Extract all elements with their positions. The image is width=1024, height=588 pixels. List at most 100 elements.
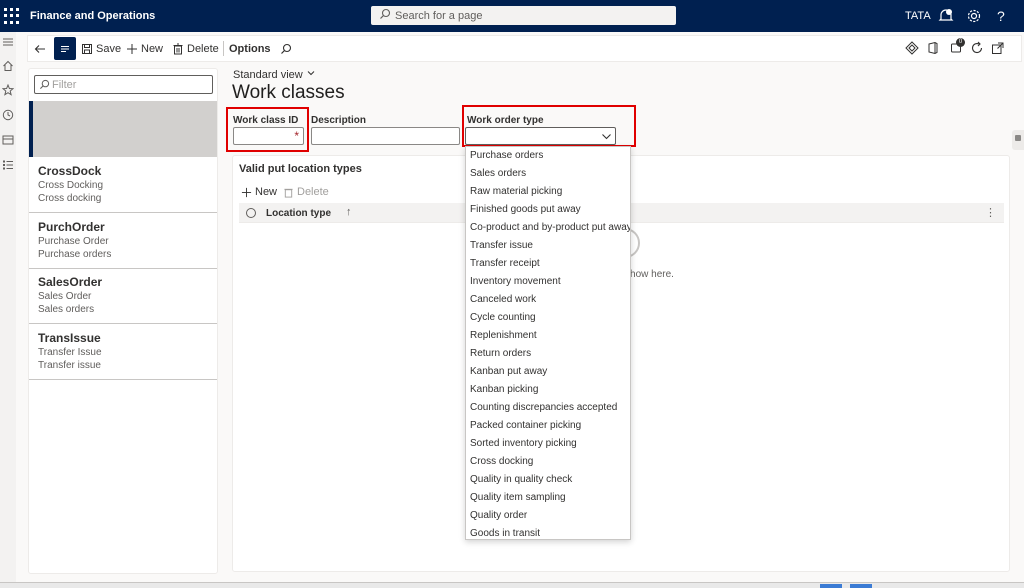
list-item-detail: Purchase orders	[38, 249, 112, 260]
dropdown-option[interactable]: Co-product and by-product put away	[470, 222, 630, 233]
list-toggle-button[interactable]	[54, 37, 76, 60]
list-item-subtitle: Sales Order	[38, 291, 92, 302]
dropdown-option[interactable]: Quality item sampling	[470, 492, 566, 503]
dropdown-option[interactable]: Inventory movement	[470, 276, 561, 287]
hamburger-icon[interactable]	[2, 36, 14, 48]
column-header-location-type[interactable]: Location type	[266, 208, 331, 219]
list-item[interactable]: PurchOrder Purchase Order Purchase order…	[29, 214, 217, 269]
dropdown-option[interactable]: Cross docking	[470, 456, 533, 467]
dropdown-option[interactable]: Raw material picking	[470, 186, 562, 197]
related-info-tab[interactable]	[1012, 130, 1024, 150]
dropdown-option[interactable]: Return orders	[470, 348, 531, 359]
delete-button[interactable]: Delete	[172, 36, 219, 61]
list-item-title: CrossDock	[38, 164, 102, 178]
trash-icon	[173, 43, 183, 54]
back-button[interactable]	[34, 36, 49, 61]
list-icon	[61, 45, 69, 52]
section-title: Valid put location types	[239, 163, 362, 175]
company-picker[interactable]: TATA	[905, 10, 931, 22]
list-item-detail: Cross docking	[38, 193, 102, 204]
new-button[interactable]: New	[126, 36, 163, 61]
navigation-rail	[0, 32, 16, 588]
options-button[interactable]: Options	[229, 36, 271, 61]
dropdown-option[interactable]: Goods in transit	[470, 528, 540, 539]
more-options-icon[interactable]: ⋮	[985, 206, 996, 219]
clock-icon[interactable]	[2, 109, 14, 121]
back-arrow-icon	[34, 44, 45, 53]
grid-delete-label: Delete	[297, 186, 329, 198]
dropdown-option[interactable]: Sales orders	[470, 168, 526, 179]
search-icon	[281, 43, 292, 54]
pane-icon	[1015, 135, 1021, 141]
list-item[interactable]: TransIssue Transfer Issue Transfer issue	[29, 325, 217, 380]
list-item-subtitle: Cross Docking	[38, 180, 104, 191]
workspace-icon[interactable]	[2, 134, 14, 146]
dropdown-option[interactable]: Transfer issue	[470, 240, 533, 251]
list-item-detail: Sales orders	[38, 304, 95, 315]
app-title[interactable]: Finance and Operations	[30, 10, 155, 22]
dropdown-option[interactable]: Canceled work	[470, 294, 536, 305]
action-search-button[interactable]	[280, 36, 295, 61]
work-order-type-dropdown: Purchase orders Sales orders Raw materia…	[465, 146, 631, 540]
dropdown-option[interactable]: Replenishment	[470, 330, 537, 341]
grid-new-button[interactable]: New	[241, 186, 277, 198]
dropdown-option[interactable]: Quality order	[470, 510, 527, 521]
action-pane: Save New Delete Options 0	[27, 35, 1022, 62]
dropdown-option[interactable]: Sorted inventory picking	[470, 438, 577, 449]
power-apps-icon[interactable]	[905, 41, 919, 55]
highlight-box-work-class-id	[226, 107, 309, 152]
app-launcher-icon[interactable]	[4, 8, 20, 24]
search-placeholder: Search for a page	[395, 10, 483, 22]
home-icon[interactable]	[2, 60, 14, 72]
delete-label: Delete	[187, 42, 219, 55]
save-button[interactable]: Save	[81, 36, 121, 61]
filter-placeholder: Filter	[52, 79, 77, 91]
messages-icon[interactable]: 0	[950, 38, 965, 55]
view-selector[interactable]: Standard view	[233, 68, 316, 81]
dropdown-option[interactable]: Quality in quality check	[470, 474, 572, 485]
highlight-box-work-order-type	[462, 105, 636, 147]
global-search-input[interactable]: Search for a page	[371, 6, 676, 25]
grid-delete-button[interactable]: Delete	[283, 186, 329, 198]
dropdown-option[interactable]: Purchase orders	[470, 150, 543, 161]
dropdown-option[interactable]: Packed container picking	[470, 420, 581, 431]
modules-icon[interactable]	[2, 159, 14, 171]
page-title: Work classes	[232, 82, 345, 103]
save-label: Save	[96, 42, 122, 55]
list-item[interactable]: CrossDock Cross Docking Cross docking	[29, 158, 217, 213]
filter-input[interactable]: Filter	[34, 75, 213, 94]
dropdown-option[interactable]: Counting discrepancies accepted	[470, 402, 617, 413]
search-icon	[39, 79, 50, 90]
description-field[interactable]	[311, 127, 460, 145]
taskbar-app-icon[interactable]	[850, 584, 872, 588]
list-item-subtitle: Transfer Issue	[38, 347, 102, 358]
open-new-window-icon[interactable]	[991, 41, 1005, 55]
dropdown-option[interactable]: Kanban picking	[470, 384, 538, 395]
dropdown-option[interactable]: Kanban put away	[470, 366, 547, 377]
description-label: Description	[311, 115, 367, 126]
star-icon[interactable]	[1, 83, 15, 96]
select-all-radio[interactable]	[246, 208, 256, 218]
list-item-subtitle: Purchase Order	[38, 236, 109, 247]
office-icon[interactable]	[926, 41, 940, 55]
list-item-detail: Transfer issue	[38, 360, 101, 371]
dropdown-option[interactable]: Finished goods put away	[470, 204, 581, 215]
list-item-selected-new[interactable]	[29, 101, 217, 157]
taskbar-app-icon[interactable]	[820, 584, 842, 588]
dropdown-option[interactable]: Transfer receipt	[470, 258, 540, 269]
sort-ascending-icon[interactable]: ↑	[346, 206, 352, 218]
dropdown-option[interactable]: Cycle counting	[470, 312, 536, 323]
refresh-icon[interactable]	[970, 41, 984, 55]
gear-icon[interactable]	[965, 7, 983, 25]
save-icon	[82, 43, 92, 54]
list-item-title: PurchOrder	[38, 220, 105, 234]
plus-icon	[127, 43, 137, 54]
list-item-title: TransIssue	[38, 331, 101, 345]
divider	[223, 41, 224, 56]
new-label: New	[141, 42, 164, 55]
notifications-icon[interactable]	[937, 7, 955, 25]
help-icon[interactable]: ?	[997, 8, 1005, 24]
grid-new-label: New	[255, 186, 278, 198]
taskbar	[0, 582, 1024, 588]
list-item[interactable]: SalesOrder Sales Order Sales orders	[29, 269, 217, 324]
